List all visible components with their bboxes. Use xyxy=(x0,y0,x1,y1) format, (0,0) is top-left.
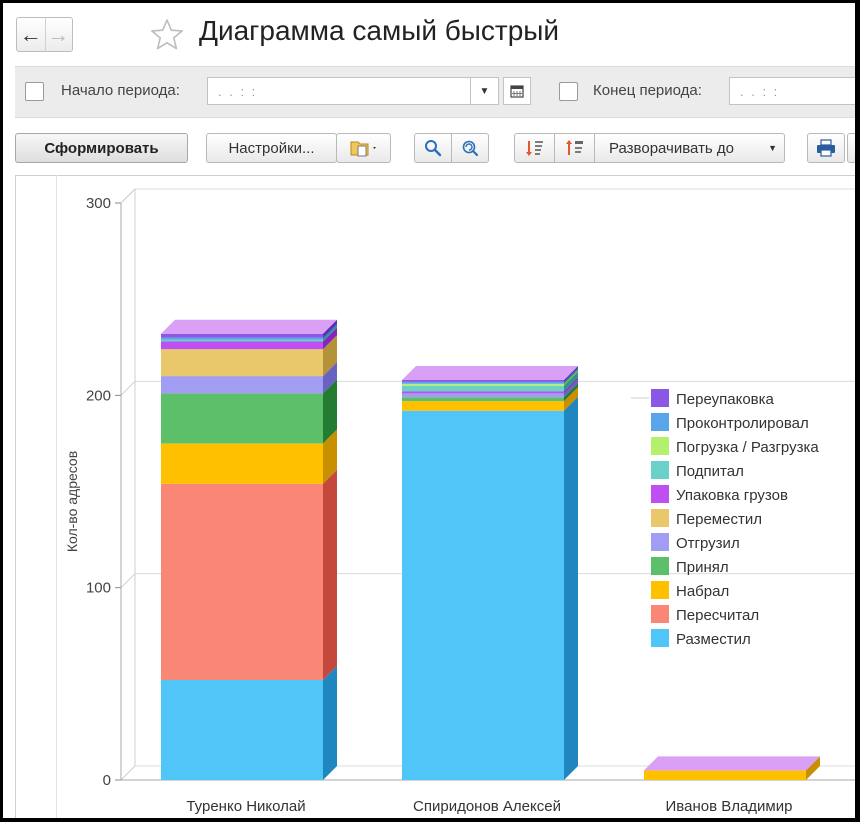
bar-segment-side xyxy=(323,665,337,780)
x-tick-label: Иванов Владимир xyxy=(666,798,793,815)
legend-label: Погрузка / Разгрузка xyxy=(676,439,819,456)
y-tick-label: 0 xyxy=(103,772,111,789)
bar-segment xyxy=(161,341,323,350)
y-tick-label: 300 xyxy=(86,195,111,212)
stacked-bar-chart: 0 100 200 300 Кол-во адресов Туренко Николай С… xyxy=(64,188,855,815)
bar-segment-side xyxy=(564,396,578,780)
bar-segment xyxy=(402,410,564,780)
legend-label: Переместил xyxy=(676,511,762,528)
legend-swatch xyxy=(651,461,669,479)
bar-segment xyxy=(161,349,323,377)
gridline-depth xyxy=(120,573,136,589)
gridline-depth xyxy=(120,380,136,396)
legend-label: Пересчитал xyxy=(676,607,759,624)
x-tick-label: Спиридонов Алексей xyxy=(413,798,561,815)
bar-segment xyxy=(161,376,323,394)
bar-segment xyxy=(161,679,323,780)
bar-segment xyxy=(161,443,323,484)
legend-swatch xyxy=(651,485,669,503)
legend-label: Разместил xyxy=(676,631,751,648)
x-tick-label: Туренко Николай xyxy=(186,798,305,815)
y-tick-label: 100 xyxy=(86,580,111,597)
legend-swatch xyxy=(651,557,669,575)
bar-segment xyxy=(402,385,564,392)
legend-swatch xyxy=(651,413,669,431)
bar-segment xyxy=(402,381,564,384)
bar-segment xyxy=(402,379,564,382)
legend-swatch xyxy=(651,629,669,647)
legend-swatch xyxy=(651,509,669,527)
legend-label: Переупаковка xyxy=(676,391,775,408)
bar-segment xyxy=(402,383,564,386)
legend-swatch xyxy=(651,605,669,623)
legend-label: Подпитал xyxy=(676,463,744,480)
bar-top xyxy=(402,365,578,380)
legend-swatch xyxy=(651,437,669,455)
bar-segment xyxy=(161,337,323,340)
bar-segment xyxy=(402,393,564,398)
bar-segment xyxy=(402,397,564,402)
bar-segment xyxy=(402,391,564,394)
bar-segment-side xyxy=(323,469,337,680)
bar-segment xyxy=(161,393,323,444)
app-window: ← → Диаграмма самый быстрый Начало перио… xyxy=(3,3,855,818)
bar-segment xyxy=(644,770,806,780)
legend-swatch xyxy=(651,581,669,599)
y-axis-label: Кол-во адресов xyxy=(64,451,80,552)
bar-segment xyxy=(161,339,323,342)
gridline-depth xyxy=(120,765,136,781)
legend-swatch xyxy=(651,389,669,407)
top-depth-edge xyxy=(120,188,136,204)
bar-segment xyxy=(161,483,323,680)
legend-label: Упаковка грузов xyxy=(676,487,788,504)
legend-swatch xyxy=(651,533,669,551)
bar-top xyxy=(644,756,820,771)
legend-label: Отгрузил xyxy=(676,535,740,552)
bar-segment xyxy=(161,333,323,338)
bar-top xyxy=(161,319,337,334)
legend-label: Проконтролировал xyxy=(676,415,809,432)
bar-segment xyxy=(402,401,564,411)
y-tick-label: 200 xyxy=(86,387,111,404)
legend-label: Набрал xyxy=(676,583,729,600)
legend-label: Принял xyxy=(676,559,729,576)
